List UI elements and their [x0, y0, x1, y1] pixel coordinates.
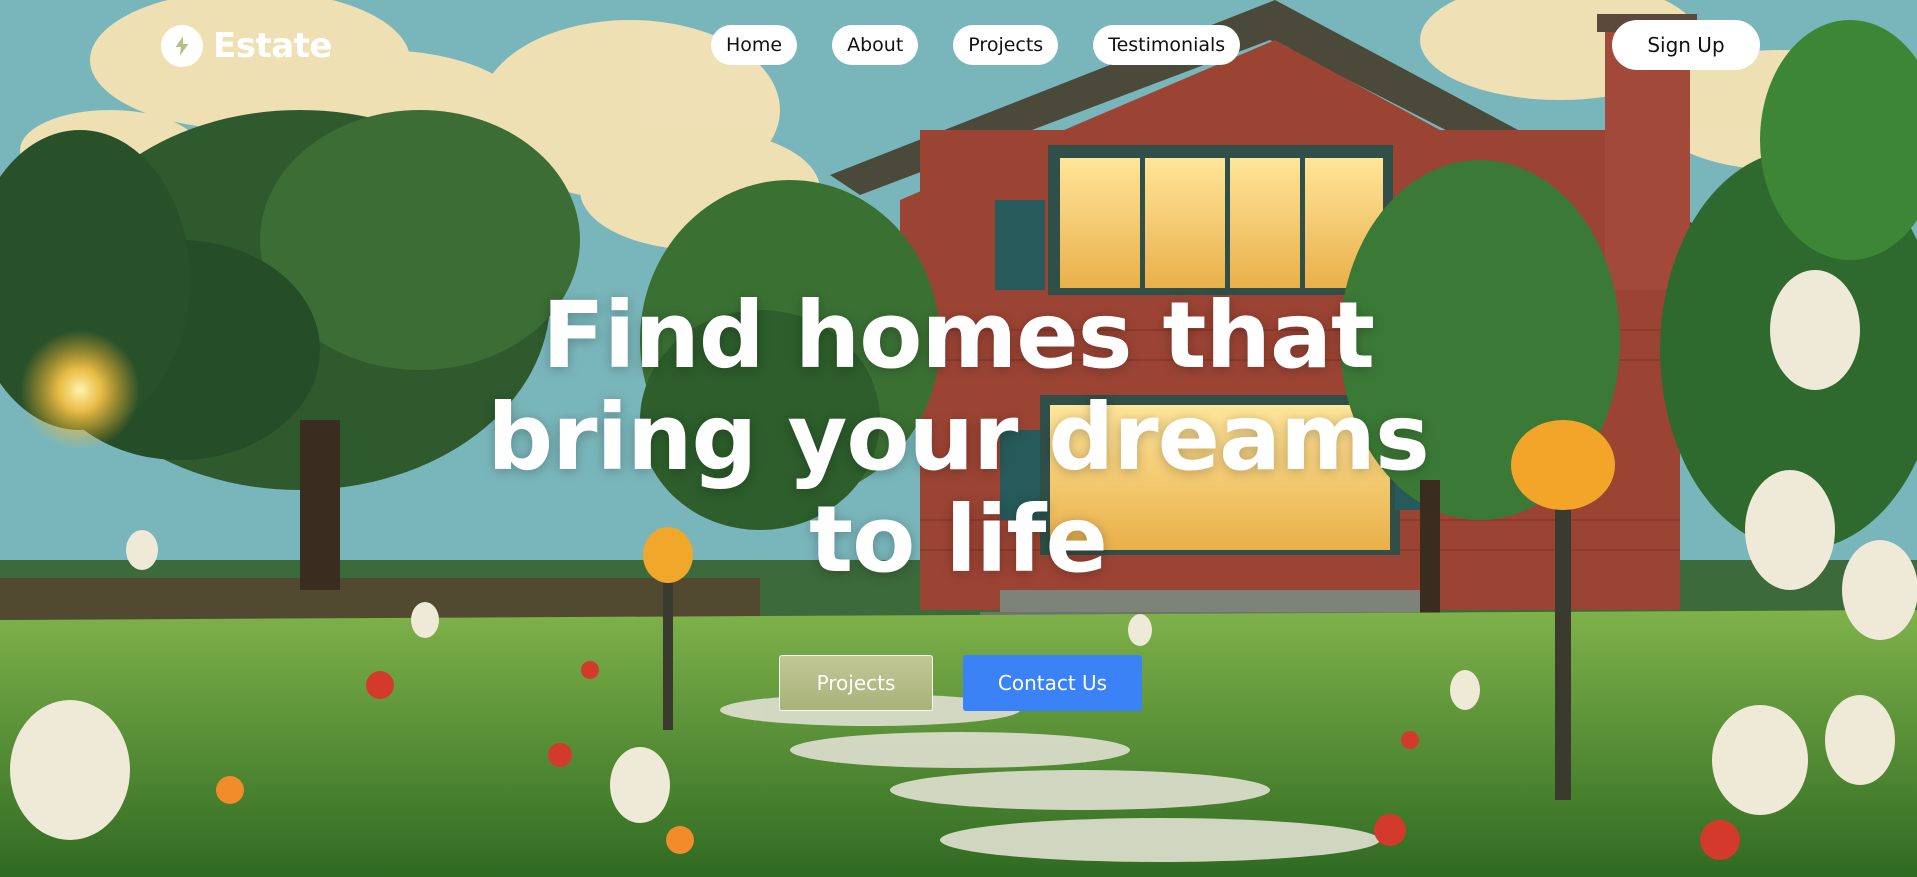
top-navbar: Estate Home About Projects Testimonials …: [0, 0, 1917, 92]
brand-logo[interactable]: Estate: [161, 25, 332, 67]
sign-up-button[interactable]: Sign Up: [1612, 20, 1760, 70]
nav-link-projects[interactable]: Projects: [953, 25, 1059, 65]
nav-link-testimonials[interactable]: Testimonials: [1093, 25, 1241, 65]
hero-headline-line-3: to life: [809, 486, 1108, 593]
projects-button[interactable]: Projects: [779, 655, 933, 711]
hero-section: Estate Home About Projects Testimonials …: [0, 0, 1917, 877]
contact-us-button[interactable]: Contact Us: [963, 655, 1142, 711]
lightning-bolt-icon: [161, 25, 203, 67]
hero-headline-line-2: bring your dreams: [487, 384, 1430, 491]
nav-links: Home About Projects Testimonials: [711, 25, 1241, 65]
nav-link-about[interactable]: About: [832, 25, 919, 65]
hero-headline: Find homes that bring your dreams to lif…: [458, 285, 1458, 591]
brand-name: Estate: [213, 26, 332, 66]
hero-headline-line-1: Find homes that: [541, 282, 1375, 389]
nav-link-home[interactable]: Home: [711, 25, 798, 65]
